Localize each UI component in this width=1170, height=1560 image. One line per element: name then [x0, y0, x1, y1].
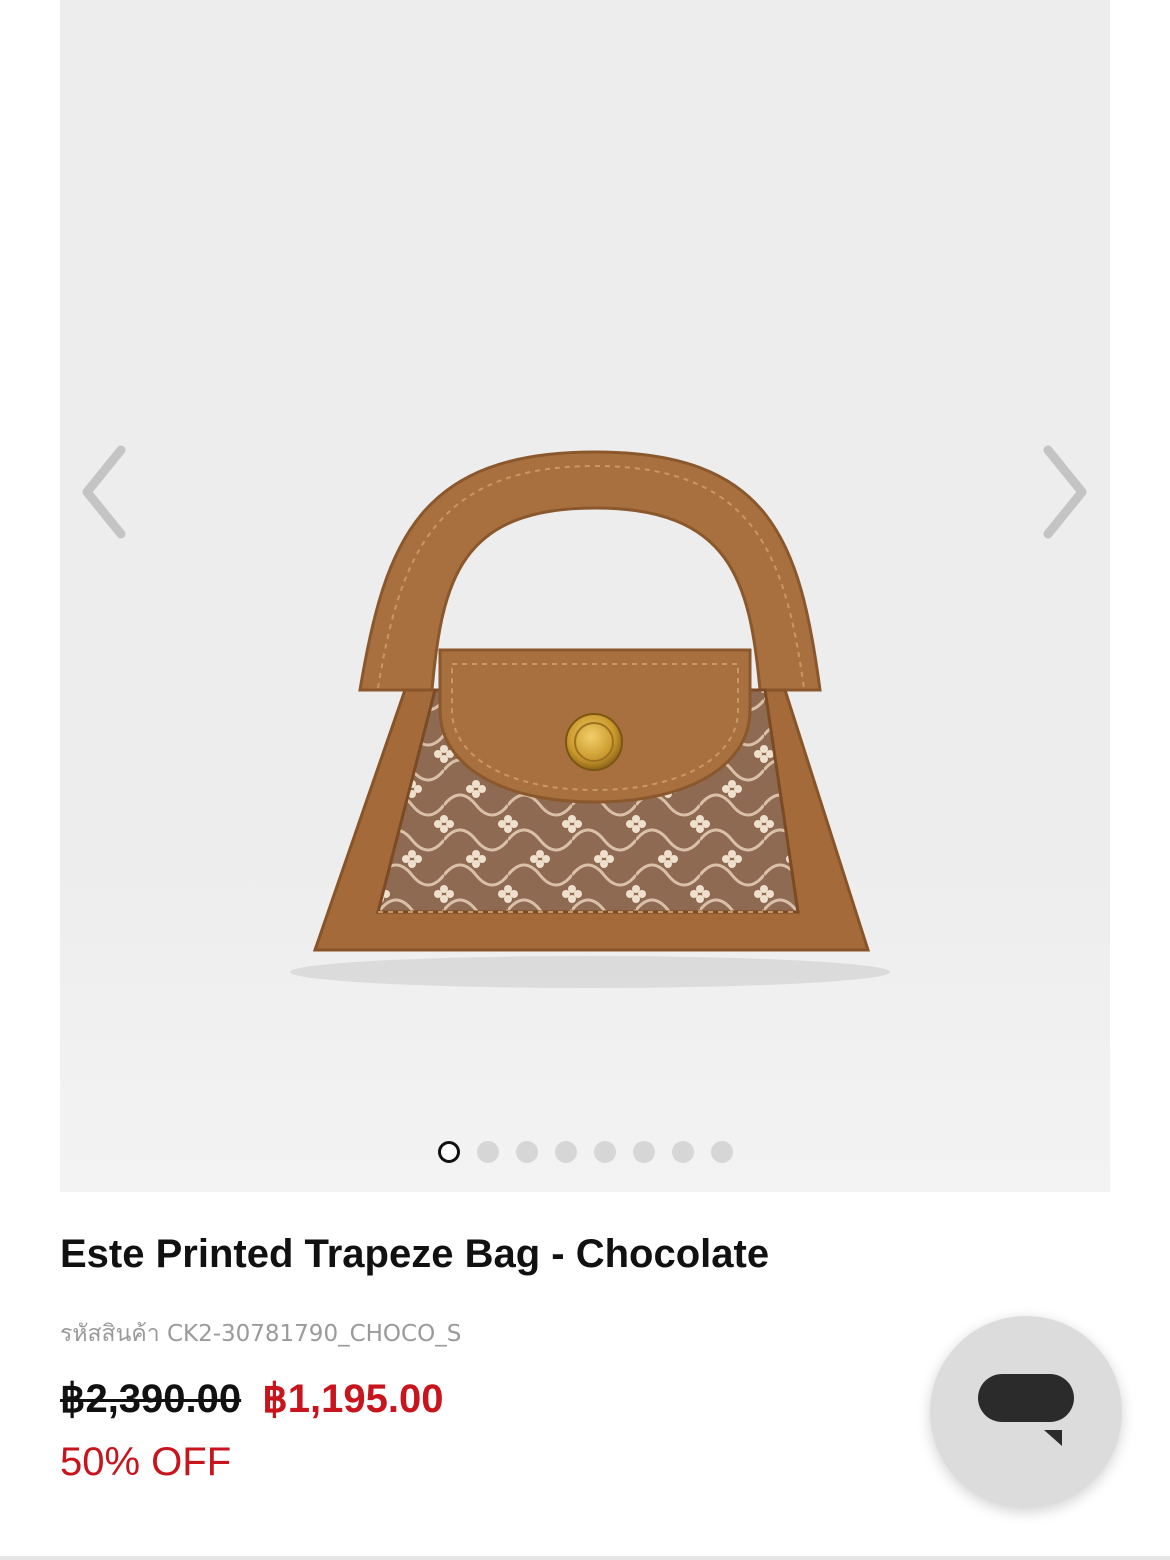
discount-badge: 50% OFF [60, 1440, 232, 1484]
gallery-dot-7[interactable] [671, 1141, 694, 1163]
gallery-pagination [60, 1141, 1110, 1163]
product-image-gallery[interactable] [60, 0, 1110, 1192]
sku-value: CK2-30781790_CHOCO_S [166, 1321, 462, 1347]
gallery-dot-2[interactable] [476, 1141, 499, 1163]
gallery-dot-1[interactable] [437, 1141, 460, 1163]
chevron-left-icon [82, 445, 126, 539]
sale-price: ฿1,195.00 [262, 1377, 444, 1421]
chevron-right-icon [1043, 445, 1087, 539]
product-page: Este Printed Trapeze Bag - Chocolate รหั… [0, 0, 1170, 1560]
gallery-prev-button[interactable] [74, 440, 134, 544]
product-image[interactable] [60, 0, 1110, 1192]
bottom-divider [0, 1556, 1170, 1560]
chat-button[interactable] [930, 1316, 1122, 1508]
gallery-next-button[interactable] [1035, 440, 1095, 544]
gallery-dot-8[interactable] [710, 1141, 733, 1163]
sku-label: รหัสสินค้า [60, 1321, 160, 1347]
product-title: Este Printed Trapeze Bag - Chocolate [60, 1232, 770, 1276]
price-block: ฿2,390.00 ฿1,195.00 [60, 1376, 443, 1422]
gallery-dot-6[interactable] [632, 1141, 655, 1163]
chat-bubble-icon [978, 1374, 1074, 1446]
gallery-dot-3[interactable] [515, 1141, 538, 1163]
product-sku: รหัสสินค้า CK2-30781790_CHOCO_S [60, 1316, 461, 1352]
gallery-dot-5[interactable] [593, 1141, 616, 1163]
original-price: ฿2,390.00 [60, 1377, 242, 1421]
gallery-dot-4[interactable] [554, 1141, 577, 1163]
